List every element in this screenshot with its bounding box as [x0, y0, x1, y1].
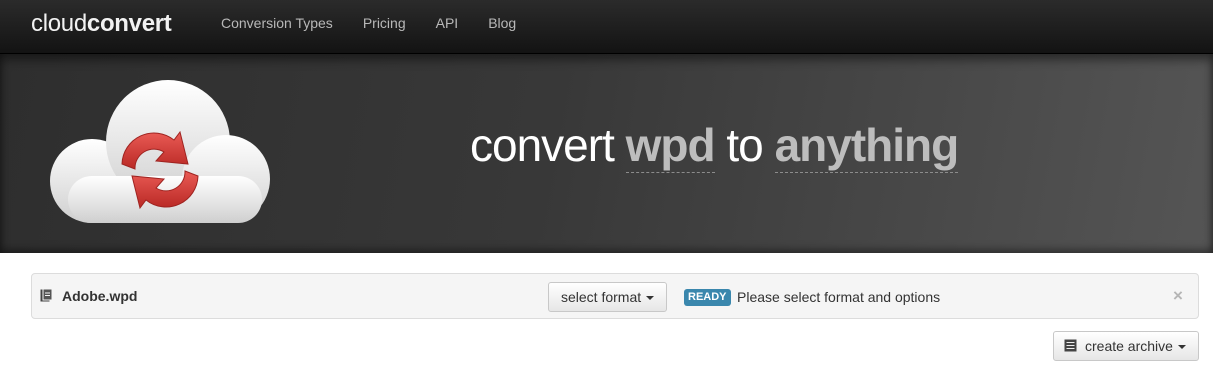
nav-api[interactable]: API: [421, 0, 474, 53]
brand-logo[interactable]: cloudconvert: [31, 10, 172, 38]
nav-blog[interactable]: Blog: [473, 0, 531, 53]
status-badge: READY: [684, 289, 731, 306]
file-icon: [40, 289, 53, 302]
hero-headline: convert wpd to anything: [470, 118, 959, 173]
archive-icon: [1064, 339, 1077, 352]
brand-light: cloud: [31, 10, 87, 37]
nav-conversion-types[interactable]: Conversion Types: [206, 0, 348, 53]
brand-bold: convert: [86, 10, 172, 37]
file-name: Adobe.wpd: [62, 288, 138, 304]
select-format-button[interactable]: select format: [548, 282, 668, 312]
create-archive-label: create archive: [1085, 338, 1173, 354]
cloud-logo-icon: [50, 80, 270, 223]
output-format-selector[interactable]: anything: [774, 119, 959, 173]
top-navbar: cloudconvert Conversion Types Pricing AP…: [0, 0, 1213, 54]
headline-word-convert: convert: [470, 119, 615, 171]
caret-down-icon: [1177, 345, 1186, 350]
nav-links: Conversion Types Pricing API Blog: [206, 0, 531, 53]
input-format-selector[interactable]: wpd: [625, 119, 716, 173]
file-row: Adobe.wpd select format READY Please sel…: [31, 273, 1199, 319]
caret-down-icon: [646, 296, 655, 301]
status-message: Please select format and options: [737, 289, 941, 305]
create-archive-button[interactable]: create archive: [1053, 331, 1199, 361]
select-format-label: select format: [561, 289, 642, 305]
close-icon[interactable]: ×: [1173, 286, 1183, 306]
nav-pricing[interactable]: Pricing: [348, 0, 421, 53]
hero-banner: convert wpd to anything: [0, 54, 1213, 253]
headline-word-to: to: [726, 119, 763, 171]
